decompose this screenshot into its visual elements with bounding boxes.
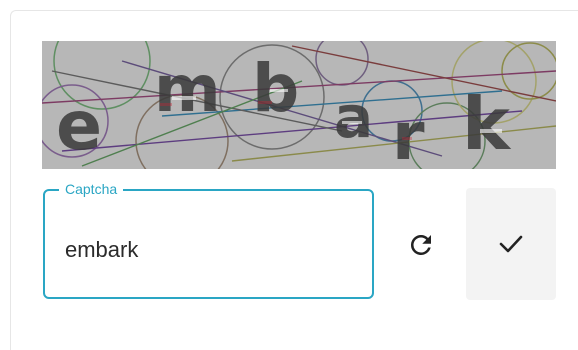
svg-text:k: k (462, 82, 512, 166)
refresh-icon (411, 235, 431, 255)
captcha-field-label: Captcha (59, 180, 124, 198)
captcha-image: e m b a r k (42, 41, 556, 169)
svg-text:m: m (154, 53, 221, 127)
captcha-input[interactable] (65, 235, 355, 265)
captcha-field[interactable]: Captcha (43, 180, 374, 299)
svg-text:e: e (56, 87, 102, 166)
svg-text:a: a (334, 83, 373, 151)
submit-captcha-button[interactable] (466, 188, 556, 300)
svg-text:b: b (252, 50, 299, 127)
refresh-captcha-button[interactable] (398, 222, 444, 268)
svg-text:r: r (392, 98, 425, 169)
checkmark-icon (499, 235, 523, 253)
